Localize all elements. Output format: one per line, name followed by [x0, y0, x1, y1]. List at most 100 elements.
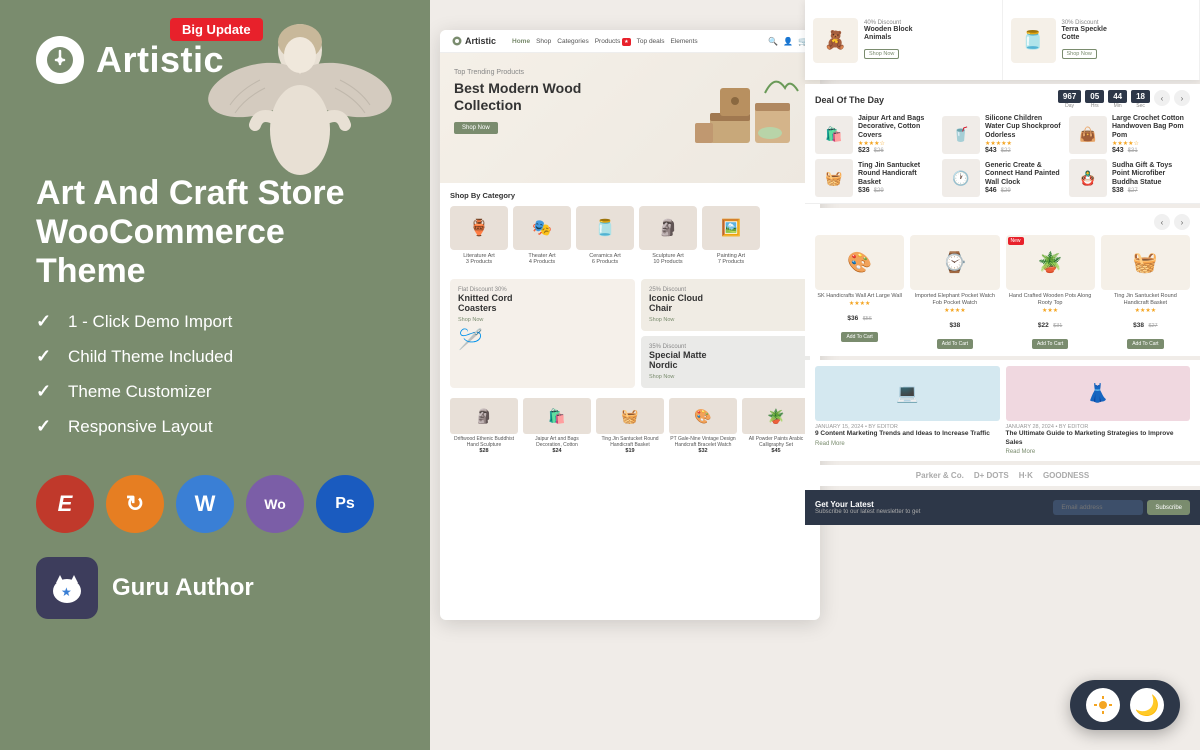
feature-item: ✓ Responsive Layout [36, 416, 394, 437]
promo-btn[interactable]: Shop Now [458, 317, 627, 323]
next-arrow[interactable]: › [1174, 90, 1190, 106]
next-arrow[interactable]: › [1174, 214, 1190, 230]
category-section: Shop By Category 🏺 Literature Art3 Produ… [440, 183, 820, 273]
deal-product-img: 🛍️ [815, 116, 853, 154]
category-item[interactable]: 🗿 Sculpture Art10 Products [639, 206, 697, 265]
brand-name: GOODNESS [1043, 471, 1089, 480]
cat-img: 🏺 [450, 206, 508, 250]
new-badge: New [1008, 237, 1024, 245]
svg-text:★: ★ [61, 585, 72, 599]
deal-product: 🧺 Ting Jin Santucket Round Handicraft Ba… [815, 159, 936, 197]
blog-item: 💻 JANUARY 15, 2024 • BY EDITOR 9 Content… [815, 366, 1000, 455]
feature-item: ✓ Theme Customizer [36, 381, 394, 402]
features-list: ✓ 1 - Click Demo Import ✓ Child Theme In… [36, 311, 394, 451]
refresh-icon: ↻ [106, 475, 164, 533]
guru-row: ★ Guru Author [36, 557, 394, 619]
product-grid-item: 🧺 Ting Jin Santucket Round Handicraft Ba… [1101, 235, 1190, 350]
promo-btn[interactable]: Shop Now [649, 317, 802, 323]
elementor-icon: E [36, 475, 94, 533]
logo-text: Artistic [96, 39, 224, 81]
brand-name: D+ DOTS [974, 471, 1009, 480]
product-img: ⌚ [910, 235, 999, 290]
product-name: Hand Crafted Wooden Pots Along Rooty Top [1006, 293, 1095, 307]
category-title: Shop By Category [450, 191, 810, 200]
newsletter-subtitle: Subscribe to our latest newsletter to ge… [815, 509, 920, 515]
newsletter-email-input[interactable] [1053, 500, 1143, 515]
deal-products-2: 🧺 Ting Jin Santucket Round Handicraft Ba… [815, 159, 1190, 197]
left-panel: Big Update Artistic [0, 0, 430, 750]
stars: ★★★★★ [985, 140, 1063, 147]
check-icon: ✓ [36, 416, 58, 437]
product-name: Ting Jin Santucket Round Handicraft Bask… [1101, 293, 1190, 307]
strip-btn[interactable]: Shop Now [864, 49, 899, 59]
user-icon: 👤 [783, 37, 793, 46]
product-grid-item: New 🪴 Hand Crafted Wooden Pots Along Roo… [1006, 235, 1095, 350]
dark-mode-toggle[interactable]: 🌙 [1070, 680, 1180, 730]
store-nav-icons: 🔍 👤 🛒 [768, 37, 808, 46]
add-to-cart-btn[interactable]: Add To Cart [1127, 339, 1163, 349]
blog-img: 💻 [815, 366, 1000, 421]
wordpress-icon: W [176, 475, 234, 533]
deal-product-img: 🪆 [1069, 159, 1107, 197]
prev-arrow[interactable]: ‹ [1154, 90, 1170, 106]
add-to-cart-btn[interactable]: Add To Cart [841, 332, 877, 342]
deal-product: 🪆 Sudha Gift & Toys Point Microfiber Bud… [1069, 159, 1190, 197]
category-item[interactable]: 🫙 Ceramics Art6 Products [576, 206, 634, 265]
strip-card: 🧸 40% Discount Wooden BlockAnimals Shop … [805, 0, 1003, 80]
hero-btn[interactable]: Shop Now [454, 122, 498, 134]
mini-product-img: 🪴 [742, 398, 810, 434]
category-item[interactable]: 🏺 Literature Art3 Products [450, 206, 508, 265]
dark-mode-circle: 🌙 [1130, 688, 1164, 722]
strip-title: Terra SpeckleCotte [1062, 26, 1107, 43]
store-hero: Top Trending Products Best Modern WoodCo… [440, 53, 820, 183]
product-old-price: $56 [863, 316, 872, 322]
big-update-badge: Big Update [170, 18, 263, 41]
mini-product-price: $28 [450, 448, 518, 454]
check-icon: ✓ [36, 381, 58, 402]
promo-title: Knitted CordCoasters [458, 293, 627, 313]
blog-section: 💻 JANUARY 15, 2024 • BY EDITOR 9 Content… [805, 360, 1200, 461]
right-panel: Artistic Home Shop Categories Products ★… [430, 0, 1200, 750]
check-icon: ✓ [36, 311, 58, 332]
mini-product: 🎨 PT Gale-Nine Vintage Design Handcraft … [669, 398, 737, 454]
product-old-price: $27 [1148, 323, 1157, 329]
promo-img: 🪡 [458, 327, 627, 352]
strip-btn[interactable]: Shop Now [1062, 49, 1097, 59]
product-img: New 🪴 [1006, 235, 1095, 290]
category-item[interactable]: 🎭 Theater Art4 Products [513, 206, 571, 265]
promo-title: Iconic CloudChair [649, 293, 802, 313]
add-to-cart-btn[interactable]: Add To Cart [937, 339, 973, 349]
deal-product-img: 🧺 [815, 159, 853, 197]
promo-btn[interactable]: Shop Now [649, 374, 802, 380]
prev-arrow[interactable]: ‹ [1154, 214, 1170, 230]
mini-product-img: 🧺 [596, 398, 664, 434]
mini-product-name: PT Gale-Nine Vintage Design Handcraft Br… [669, 436, 737, 448]
product-stars: ★★★★ [1101, 307, 1190, 314]
blog-img: 👗 [1006, 366, 1191, 421]
cat-label: Theater Art4 Products [513, 253, 571, 265]
product-grid-section: ‹ › 🎨 SK Handicrafts Wall Art Large Wall… [805, 208, 1200, 356]
mini-product: 🛍️ Jaipur Art and Bags Decoration, Cotto… [523, 398, 591, 454]
category-item[interactable]: 🖼️ Painting Art7 Products [702, 206, 760, 265]
add-to-cart-btn[interactable]: Add To Cart [1032, 339, 1068, 349]
search-icon: 🔍 [768, 37, 778, 46]
store-products-bottom: 🗿 Driftwood Ethenic Buddhist Hand Sculpt… [440, 394, 820, 462]
blog-read-more[interactable]: Read More [1006, 449, 1191, 455]
promo-card: 35% Discount Special MatteNordic Shop No… [641, 336, 810, 388]
deal-product-title: Silicone Children Water Cup Shockproof O… [985, 115, 1063, 140]
categories-row: 🏺 Literature Art3 Products 🎭 Theater Art… [450, 206, 810, 265]
cat-label: Sculpture Art10 Products [639, 253, 697, 265]
guru-text: Guru Author [112, 574, 254, 602]
newsletter-subscribe-btn[interactable]: Subscribe [1147, 500, 1190, 515]
cat-img: 🫙 [576, 206, 634, 250]
timer-hours: 05 [1085, 90, 1104, 103]
blog-read-more[interactable]: Read More [815, 441, 1000, 447]
plugin-icons-row: E ↻ W Wo Ps [36, 475, 394, 533]
product-name: Imported Elephant Pocket Watch Fob Pocke… [910, 293, 999, 307]
mini-product-price: $24 [523, 448, 591, 454]
mini-product: 🗿 Driftwood Ethenic Buddhist Hand Sculpt… [450, 398, 518, 454]
mini-product-price: $32 [669, 448, 737, 454]
newsletter-section: Get Your Latest Subscribe to our latest … [805, 490, 1200, 525]
strip-card-img: 🫙 [1011, 18, 1056, 63]
stars: ★★★★☆ [1112, 140, 1190, 147]
